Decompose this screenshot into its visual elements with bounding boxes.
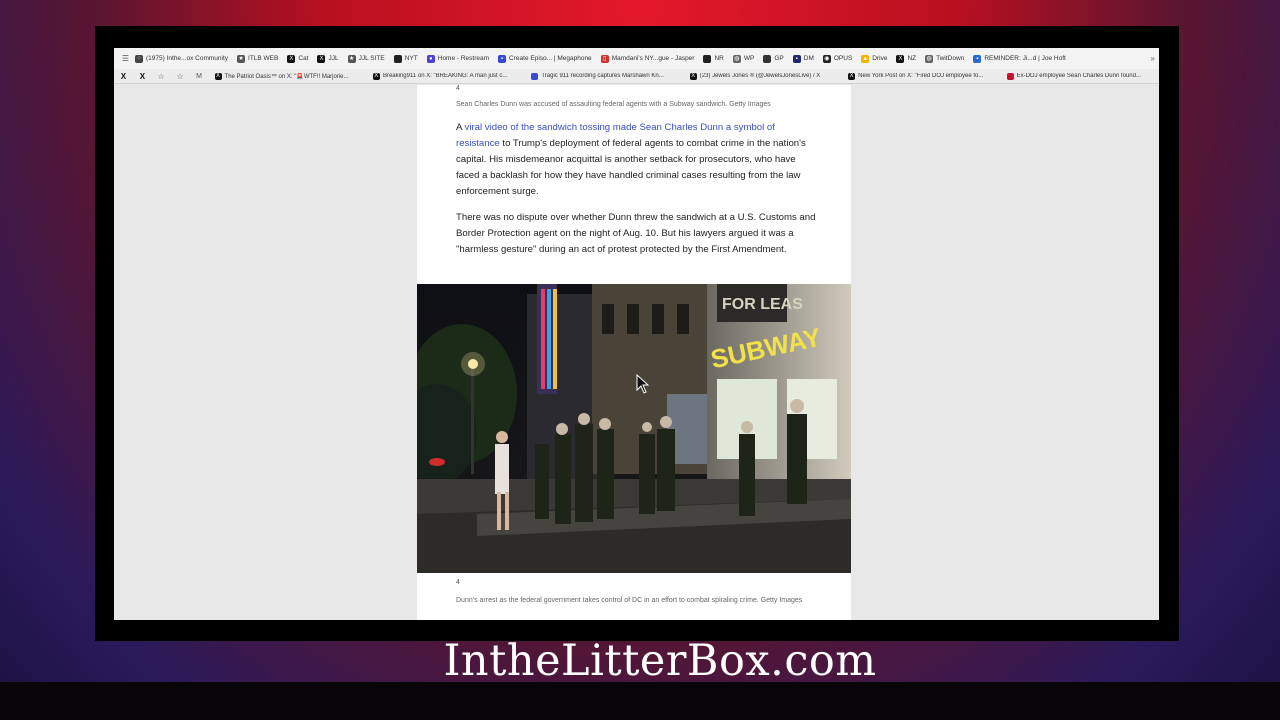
tab-label: The Patriot Oasis™ on X: "🚨WTF!! Marjori… [224, 73, 349, 80]
nypost-icon [1006, 72, 1014, 80]
bookmark-item[interactable]: ◉ OPUS [822, 54, 853, 63]
tab-label: Tragic 911 recording captures Marshawn K… [541, 73, 664, 79]
bookmark-item[interactable]: GP [763, 54, 784, 63]
x-icon: X [372, 72, 380, 80]
nyt-icon [393, 54, 402, 63]
browser-tab[interactable]: X (23) Jewels Jones ® (@JewelsJonesLive) … [684, 72, 842, 80]
bookmark-item[interactable]: ★ JJL SITE [347, 54, 385, 63]
tab-label: Ex-DOJ employee Sean Charles Dunn found.… [1016, 73, 1141, 79]
news-icon [531, 72, 539, 80]
bookmark-label: NR [714, 55, 724, 62]
bookmark-item[interactable]: ▲ Drive [861, 54, 888, 63]
bookmark-label: NYT [404, 55, 418, 62]
bookmark-item[interactable]: X Cat [287, 54, 309, 63]
bookmark-item[interactable]: ⁘ (1975) Inthe...ox Community [135, 54, 229, 63]
x-icon: X [689, 72, 697, 80]
restream-icon: ● [426, 54, 435, 63]
grid-icon: ⁘ [135, 54, 143, 63]
x-icon: X [896, 54, 905, 63]
bottom-strip [0, 682, 1280, 720]
globe-icon: ◍ [732, 54, 741, 63]
x-icon[interactable]: X [119, 72, 128, 81]
tab-label: (23) Jewels Jones ® (@JewelsJonesLive) /… [699, 73, 821, 79]
bookmark-item[interactable]: ▪ Create Episo... | Megaphone [498, 54, 592, 63]
star-outline-icon[interactable]: ☆ [176, 72, 185, 81]
bookmark-label: JJL SITE [358, 55, 385, 62]
bookmark-label: DM [803, 55, 814, 62]
image-count: 4 [456, 579, 460, 586]
bookmark-label: TwitDown [936, 55, 965, 62]
opus-icon: ◉ [822, 54, 831, 63]
x-icon: X [214, 72, 222, 80]
bookmark-label: Drive [872, 55, 888, 62]
bookmark-item[interactable]: NYT [393, 54, 418, 63]
globe-icon: ◍ [925, 54, 934, 63]
bookmark-label: (1975) Inthe...ox Community [146, 55, 229, 62]
bookmark-label: JJL [328, 55, 339, 62]
mouse-cursor-icon [636, 374, 650, 394]
tab-label: Breaking911 on X: "BREAKING: A man just … [382, 73, 508, 79]
bookmark-item[interactable]: ▯ Mamdani's NY...gue - Jasper [600, 54, 695, 63]
jh-icon: ▪ [973, 54, 982, 63]
bookmark-label: NZ [907, 55, 917, 62]
page-icon: ▯ [600, 54, 609, 63]
article-paragraph-1: A viral video of the sandwich tossing ma… [456, 122, 806, 197]
dm-icon: ▪ [792, 54, 801, 63]
tabs-bar: X X ☆ ☆ M X The Patriot Oasis™ on X: "🚨WT… [114, 69, 1159, 84]
bookmark-label: Cat [298, 55, 309, 62]
more-bookmarks-icon[interactable]: » [1151, 54, 1155, 63]
browser-tab[interactable]: X New York Post on X: "Fired DOJ employee… [842, 72, 1000, 80]
tab-label: New York Post on X: "Fired DOJ employee … [858, 73, 984, 79]
gmail-icon[interactable]: M [195, 72, 204, 81]
bookmark-label: WP [743, 55, 755, 62]
bookmark-label: GP [774, 55, 784, 62]
watermark: IntheLitterBox.com [443, 636, 877, 686]
bookmark-label: OPUS [833, 55, 853, 62]
menu-icon[interactable]: ☰ [121, 54, 130, 63]
nr-icon [703, 54, 712, 63]
bookmarks-bar: ☰ ⁘ (1975) Inthe...ox Community ★ ITLB WEB X… [114, 48, 1159, 69]
megaphone-icon: ▪ [498, 54, 507, 63]
browser-tab[interactable]: Ex-DOJ employee Sean Charles Dunn found.… [1001, 72, 1159, 80]
x-icon: X [848, 72, 856, 80]
drive-icon: ▲ [861, 54, 870, 63]
bookmark-item[interactable]: ▪ REMINDER: Ji...d | Joe Hoft [973, 54, 1066, 63]
star-icon[interactable]: ☆ [157, 72, 166, 81]
bookmark-label: Home - Restream [437, 55, 490, 62]
cat-icon: ★ [347, 54, 356, 63]
bookmark-label: REMINDER: Ji...d | Joe Hoft [984, 55, 1066, 62]
browser-tab[interactable]: X Breaking911 on X: "BREAKING: A man just… [367, 72, 525, 80]
subway-street-photo: FOR LEAS SUBWAY [417, 284, 851, 573]
browser-tab[interactable]: Tragic 911 recording captures Marshawn K… [525, 72, 683, 80]
bookmark-label: Mamdani's NY...gue - Jasper [611, 55, 695, 62]
bookmark-item[interactable]: X NZ [896, 54, 917, 63]
x-icon: X [287, 54, 296, 63]
bookmark-item[interactable]: ● Home - Restream [426, 54, 490, 63]
image-caption: Sean Charles Dunn was accused of assault… [456, 101, 771, 108]
bookmark-item[interactable]: ▪ DM [792, 54, 814, 63]
bookmark-item[interactable]: ★ ITLB WEB [237, 54, 279, 63]
article-photo[interactable]: FOR LEAS SUBWAY [417, 284, 851, 573]
bookmark-label: Create Episo... | Megaphone [509, 55, 592, 62]
article-paragraph-2: There was no dispute over whether Dunn t… [456, 212, 816, 255]
x-icon[interactable]: X [138, 72, 147, 81]
image-count: 4 [456, 85, 460, 92]
bookmark-item[interactable]: X JJL [317, 54, 339, 63]
image-caption: Dunn's arrest as the federal government … [456, 597, 803, 604]
bookmark-item[interactable]: ◍ TwitDown [925, 54, 965, 63]
browser-screen: ☰ ⁘ (1975) Inthe...ox Community ★ ITLB WEB X… [114, 48, 1159, 620]
gp-icon [763, 54, 772, 63]
bookmark-item[interactable]: NR [703, 54, 724, 63]
cat-icon: ★ [237, 54, 246, 63]
bookmark-item[interactable]: ◍ WP [732, 54, 755, 63]
bookmark-label: ITLB WEB [248, 55, 279, 62]
x-icon: X [317, 54, 326, 63]
browser-tab[interactable]: X The Patriot Oasis™ on X: "🚨WTF!! Marjor… [209, 72, 367, 80]
for-lease-sign: FOR LEAS [722, 296, 803, 313]
article: 4 Sean Charles Dunn was accused of assau… [417, 85, 851, 620]
